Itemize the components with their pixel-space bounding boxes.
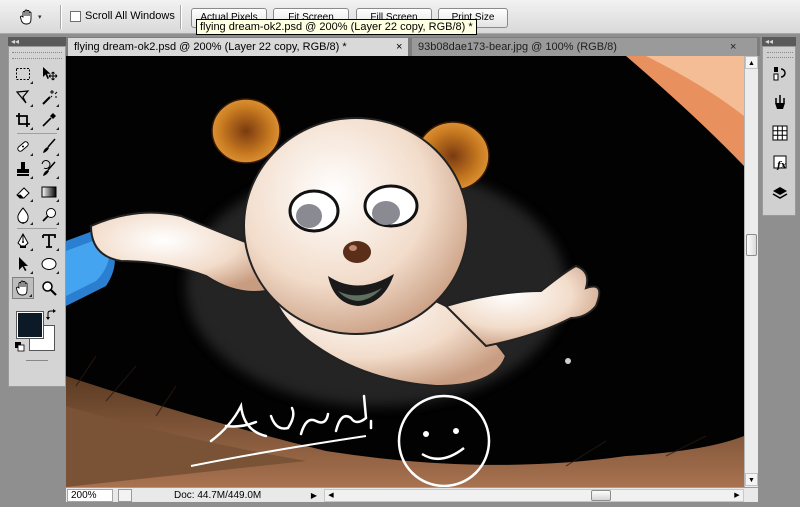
eraser-tool[interactable]	[12, 181, 34, 203]
svg-text:fx: fx	[776, 161, 787, 171]
tools-collapse-button[interactable]: ◂◂	[8, 37, 66, 46]
photoshop-window: ▾ Scroll All Windows Actual Pixels Fit S…	[0, 0, 800, 507]
tool-preset-picker[interactable]: ▾	[18, 6, 48, 28]
foreground-color-swatch[interactable]	[16, 311, 44, 339]
scroll-all-windows-label: Scroll All Windows	[85, 10, 175, 22]
document-size: Doc: 44.7M/449.0M	[174, 490, 262, 501]
history-icon	[773, 67, 786, 81]
scroll-all-windows-checkbox[interactable]: Scroll All Windows	[70, 10, 175, 22]
checkbox-box[interactable]	[70, 10, 81, 22]
close-icon[interactable]: ×	[730, 38, 736, 56]
status-menu-arrow[interactable]: ▶	[308, 489, 320, 502]
spot-healing-tool[interactable]	[12, 135, 34, 157]
layers-panel-button[interactable]	[768, 181, 792, 205]
dodge-tool[interactable]	[38, 204, 60, 226]
magic-wand-tool[interactable]	[38, 86, 60, 108]
vertical-scrollbar[interactable]: ▲ ▼	[744, 56, 758, 487]
ellipse-tool[interactable]	[38, 253, 60, 275]
tools-panel	[8, 46, 66, 387]
path-selection-tool[interactable]	[12, 253, 34, 275]
status-bar: 200% Doc: 44.7M/449.0M ▶ ◀ ▶	[66, 487, 758, 502]
default-colors-icon[interactable]	[15, 342, 25, 352]
clone-stamp-tool[interactable]	[12, 158, 34, 180]
actions-panel-button[interactable]	[768, 90, 792, 114]
tools-panel-grip[interactable]	[12, 52, 62, 59]
bear-artwork	[66, 56, 744, 487]
tab-tooltip: flying dream-ok2.psd @ 200% (Layer 22 co…	[196, 19, 477, 35]
tools-separator	[17, 133, 57, 134]
type-tool[interactable]	[38, 230, 60, 252]
status-info-icon[interactable]	[118, 489, 132, 502]
eyedropper-tool[interactable]	[38, 109, 60, 131]
scroll-up-arrow[interactable]: ▲	[745, 56, 758, 69]
move-tool[interactable]	[38, 63, 60, 85]
zoom-tool[interactable]	[38, 277, 60, 299]
horizontal-scrollbar[interactable]: ◀ ▶	[324, 489, 744, 502]
swatches-panel-button[interactable]	[768, 121, 792, 145]
brush-tool[interactable]	[38, 135, 60, 157]
swatches-icon	[772, 125, 788, 141]
zoom-icon	[42, 281, 57, 296]
vertical-scroll-thumb[interactable]	[746, 234, 757, 256]
tab-label: flying dream-ok2.psd @ 200% (Layer 22 co…	[74, 41, 347, 53]
gradient-tool[interactable]	[38, 181, 60, 203]
history-brush-tool[interactable]	[38, 158, 60, 180]
tools-separator	[17, 228, 57, 229]
actions-icon	[775, 95, 785, 109]
history-panel-button[interactable]	[768, 62, 792, 86]
styles-fx-icon: fx	[773, 155, 787, 171]
tab-bear-jpg[interactable]: 93b08dae173-bear.jpg @ 100% (RGB/8) ×	[412, 38, 757, 56]
scroll-down-arrow[interactable]: ▼	[745, 473, 758, 486]
panel-dock: fx	[762, 46, 796, 216]
quick-mask-icon[interactable]	[26, 360, 48, 372]
options-separator	[60, 5, 62, 29]
options-separator	[180, 5, 182, 29]
move-icon	[43, 67, 58, 81]
preset-dropdown-arrow: ▾	[38, 14, 42, 21]
swap-colors-icon[interactable]	[46, 309, 58, 321]
document-canvas[interactable]	[66, 56, 744, 487]
hand-icon	[20, 9, 32, 25]
lasso-tool[interactable]	[12, 86, 34, 108]
scroll-left-arrow[interactable]: ◀	[325, 490, 337, 501]
hand-tool[interactable]	[12, 277, 34, 299]
horizontal-scroll-thumb[interactable]	[591, 490, 611, 501]
styles-panel-button[interactable]: fx	[768, 151, 792, 175]
zoom-level-field[interactable]: 200%	[67, 489, 113, 502]
pen-tool[interactable]	[12, 230, 34, 252]
tab-label: 93b08dae173-bear.jpg @ 100% (RGB/8)	[418, 41, 617, 53]
close-icon[interactable]: ×	[396, 38, 402, 56]
document-tab-bar: flying dream-ok2.psd @ 200% (Layer 22 co…	[66, 37, 760, 56]
rectangular-marquee-tool[interactable]	[12, 63, 34, 85]
crop-tool[interactable]	[12, 109, 34, 131]
dock-collapse-button[interactable]: ◂◂	[762, 37, 796, 46]
layers-icon	[772, 187, 788, 199]
dock-grip[interactable]	[767, 52, 793, 58]
blur-tool[interactable]	[12, 204, 34, 226]
tab-flying-dream[interactable]: flying dream-ok2.psd @ 200% (Layer 22 co…	[68, 38, 408, 56]
scroll-right-arrow[interactable]: ▶	[731, 490, 743, 501]
